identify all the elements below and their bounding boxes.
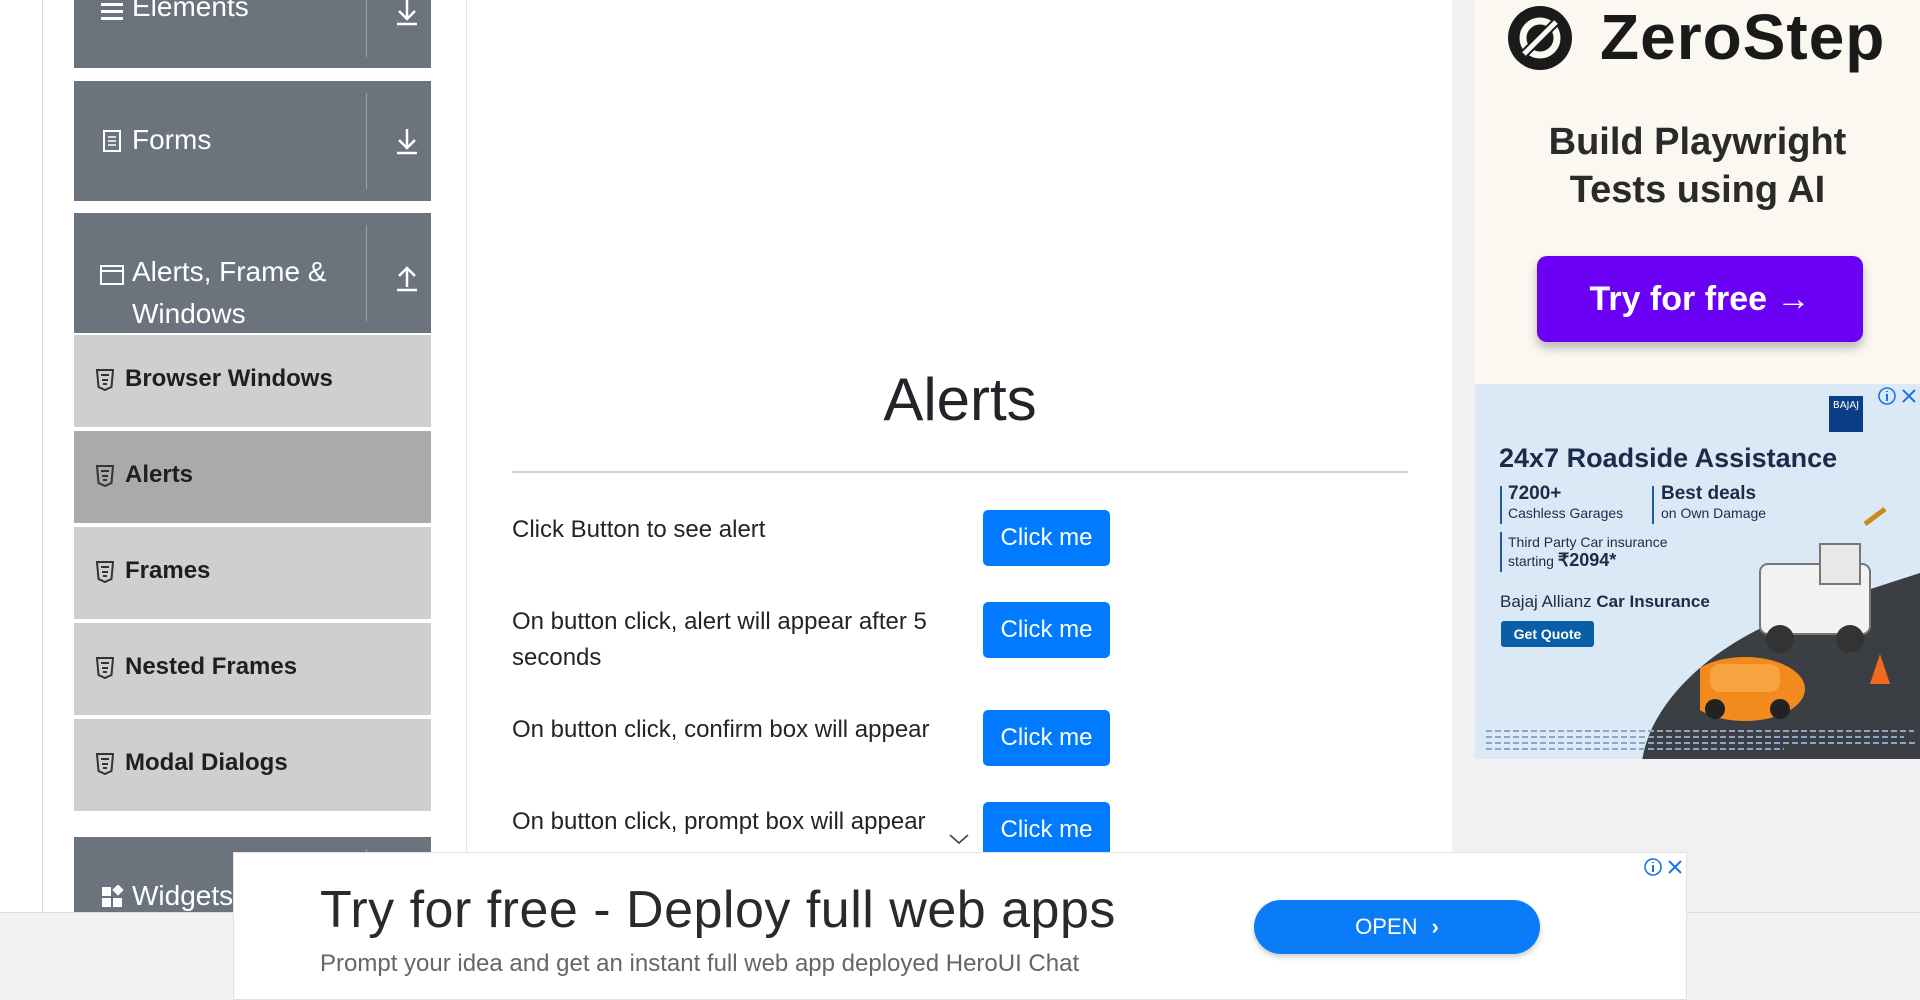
sidebar-item-label: Frames (125, 557, 211, 584)
bajaj-ad[interactable] (1475, 384, 1920, 759)
sidebar-item-label: Browser Windows (125, 365, 333, 392)
stat-caption: Cashless Garages (1508, 505, 1624, 521)
stat-value: Best deals (1661, 483, 1757, 504)
html5-icon (96, 657, 114, 679)
bottom-ad-open-button[interactable]: OPEN › (1254, 900, 1540, 954)
title-divider (512, 471, 1408, 473)
window-icon (100, 265, 124, 285)
sidebar-item-nested-frames[interactable]: Nested Frames (74, 623, 431, 717)
bajaj-title: 24x7 Roadside Assistance (1499, 443, 1838, 473)
sidebar-group-label: Elements (132, 0, 249, 22)
confirm-button[interactable]: Click me (983, 710, 1110, 766)
truck-and-car-illustration (1700, 507, 1890, 721)
sidebar-group-forms[interactable]: Forms (74, 81, 431, 201)
brand-prefix: Bajaj Allianz (1500, 592, 1592, 611)
bajaj-brand-line: Bajaj Allianz Car Insurance (1500, 592, 1710, 612)
bajaj-stat-third-party: Third Party Car insurance starting ₹2094… (1508, 533, 1668, 570)
sidebar-item-alerts[interactable]: Alerts (74, 431, 431, 525)
zerostep-brand: ZeroStep (1600, 1, 1886, 73)
divider (366, 0, 367, 57)
html5-icon (96, 753, 114, 775)
get-quote-button[interactable]: Get Quote (1501, 621, 1594, 647)
open-label: OPEN (1355, 914, 1418, 939)
alert-row-text: Click Button to see alert (512, 516, 766, 543)
content-left-border (466, 0, 467, 860)
sidebar-item-label: Alerts (125, 461, 194, 488)
sidebar-group-label: Widgets (132, 880, 234, 911)
download-arrow-icon[interactable] (392, 125, 422, 157)
hamburger-icon (101, 3, 123, 20)
timer-alert-button[interactable]: Click me (983, 602, 1110, 658)
stat-price-line: starting ₹2094* (1508, 551, 1668, 570)
sidebar-group-elements[interactable]: Elements (74, 0, 431, 68)
chevron-right-icon: › (1431, 914, 1439, 939)
bottom-ad-headline: Try for free - Deploy full web apps (320, 881, 1116, 939)
ad-close-icon[interactable] (1899, 386, 1919, 406)
bajaj-stat-deals: Best deals on Own Damage (1661, 484, 1766, 522)
ad-info-icon[interactable] (1643, 857, 1663, 877)
sidebar-group-label-line2: Windows (132, 298, 246, 329)
ad-info-icon[interactable] (1877, 386, 1897, 406)
bajaj-logo: BAJAJ (1829, 396, 1863, 432)
zerostep-headline-line1: Build Playwright (1548, 121, 1847, 163)
html5-icon (96, 369, 114, 391)
sidebar-left-border (42, 0, 43, 912)
chevron-down-icon[interactable] (948, 832, 970, 846)
sidebar-item-label: Nested Frames (125, 653, 298, 680)
bajaj-stat-garages: 7200+ Cashless Garages (1508, 484, 1623, 522)
divider (1500, 486, 1502, 524)
stat-caption: on Own Damage (1661, 505, 1767, 521)
divider (1500, 532, 1502, 572)
stat-price: ₹2094* (1557, 550, 1617, 570)
html5-icon (96, 465, 114, 487)
widgets-icon (102, 885, 124, 907)
confirm-row-text: On button click, confirm box will appear (512, 716, 930, 743)
sidebar-group-label: Forms (132, 124, 212, 155)
zerostep-logo-icon (1508, 6, 1572, 70)
timer-alert-row-text: On button click, alert will appear after… (512, 608, 927, 671)
stat-value: 7200+ (1508, 483, 1562, 504)
page: Elements Forms Alerts, Frame & Windows B… (0, 0, 1920, 1000)
stat-prefix: starting (1508, 553, 1554, 569)
bottom-ad-subtext: Prompt your idea and get an instant full… (320, 950, 1080, 977)
divider (366, 225, 367, 321)
sidebar-item-modal-dialogs[interactable]: Modal Dialogs (74, 719, 431, 813)
page-title: Alerts (883, 366, 1037, 433)
alert-button[interactable]: Click me (983, 510, 1110, 566)
brand-product: Car Insurance (1596, 592, 1710, 611)
upload-arrow-icon[interactable] (392, 261, 422, 293)
document-icon (103, 130, 121, 152)
divider (366, 93, 367, 189)
fine-print-decoration (1486, 730, 1916, 750)
sidebar-item-label: Modal Dialogs (125, 749, 288, 776)
ad-close-icon[interactable] (1665, 857, 1685, 877)
zerostep-headline-line2: Tests using AI (1569, 169, 1826, 211)
prompt-row-text: On button click, prompt box will appear (512, 808, 926, 835)
divider (1652, 486, 1654, 524)
zerostep-headline: Build Playwright Tests using AI (1475, 118, 1920, 214)
stat-caption: Third Party Car insurance (1508, 534, 1668, 550)
html5-icon (96, 561, 114, 583)
prompt-button[interactable]: Click me (983, 802, 1110, 858)
zerostep-try-button[interactable]: Try for free → (1537, 256, 1863, 342)
sidebar-item-frames[interactable]: Frames (74, 527, 431, 621)
sidebar-group-label-line1: Alerts, Frame & (132, 256, 327, 287)
sidebar-group-alerts-frame-windows[interactable]: Alerts, Frame & Windows (74, 213, 431, 333)
download-arrow-icon[interactable] (392, 0, 422, 28)
sidebar-item-browser-windows[interactable]: Browser Windows (74, 335, 431, 429)
